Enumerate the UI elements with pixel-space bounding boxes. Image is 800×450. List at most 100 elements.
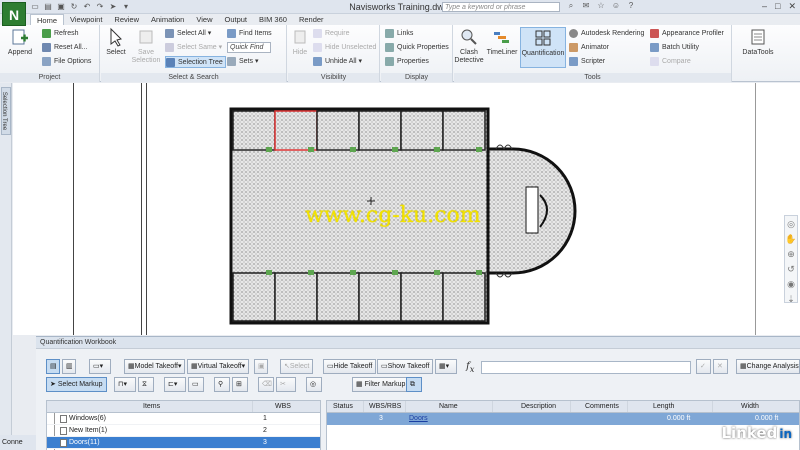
table-row[interactable]: New Item(1) 2: [47, 425, 320, 437]
count-tool-icon[interactable]: ▭: [188, 377, 204, 392]
save-selection-button[interactable]: Save Selection: [131, 27, 161, 65]
dropdown-icon[interactable]: ▾: [121, 2, 131, 12]
change-analysis-button[interactable]: ▦Change Analysis: [736, 359, 800, 374]
refresh-icon[interactable]: ↻: [69, 2, 79, 12]
help-icon[interactable]: ?: [626, 1, 636, 11]
tab-output[interactable]: Output: [218, 14, 253, 25]
save-icon[interactable]: ▣: [56, 2, 66, 12]
column-header-name[interactable]: Name: [439, 401, 458, 413]
resource-view-icon[interactable]: ▥: [62, 359, 76, 374]
bucket-fill-icon[interactable]: ⧖: [138, 377, 154, 392]
hide-takeoff-button[interactable]: ▭Hide Takeoff: [323, 359, 377, 374]
filter-markup-button[interactable]: ▦ Filter Markup: [352, 377, 410, 392]
column-header-length[interactable]: Length: [653, 401, 674, 413]
zoom-icon[interactable]: ⊕: [787, 249, 795, 260]
tab-view[interactable]: View: [190, 14, 218, 25]
selection-tree-tab[interactable]: Selection Tree: [1, 87, 11, 135]
tab-bim360[interactable]: BIM 360: [253, 14, 293, 25]
undo-icon[interactable]: ↶: [82, 2, 92, 12]
column-header-status[interactable]: Status: [333, 401, 353, 413]
selection-tree-button[interactable]: Selection Tree: [165, 56, 226, 68]
virtual-takeoff-button[interactable]: ▦Virtual Takeoff▾: [187, 359, 250, 374]
autodesk-rendering-button[interactable]: Autodesk Rendering: [569, 28, 644, 40]
application-menu-button[interactable]: N: [2, 2, 26, 26]
tab-viewpoint[interactable]: Viewpoint: [64, 14, 108, 25]
area-tool-icon[interactable]: ⊏▾: [164, 377, 186, 392]
scripter-button[interactable]: Scripter: [569, 56, 605, 68]
redo-icon[interactable]: ↷: [95, 2, 105, 12]
quick-properties-button[interactable]: Quick Properties: [385, 42, 449, 54]
column-header-width[interactable]: Width: [741, 401, 759, 413]
pan-icon[interactable]: ✋: [785, 234, 796, 245]
select-same-button[interactable]: Select Same ▾: [165, 42, 222, 54]
account-icon[interactable]: ☺: [611, 1, 621, 11]
select-all-button[interactable]: Select All ▾: [165, 28, 211, 40]
accept-icon[interactable]: ✓: [696, 359, 711, 374]
takeoff-options-icon[interactable]: ▣: [254, 359, 268, 374]
item-view-icon[interactable]: ▤: [46, 359, 60, 374]
column-header-comments[interactable]: Comments: [585, 401, 619, 413]
model-takeoff-button[interactable]: ▦Model Takeoff▾: [124, 359, 186, 374]
column-header-items[interactable]: Items: [143, 401, 160, 413]
require-button[interactable]: Require: [313, 28, 350, 40]
refresh-button[interactable]: Refresh: [42, 28, 79, 40]
grid-options-icon[interactable]: ▦▾: [435, 359, 457, 374]
column-header-description[interactable]: Description: [521, 401, 556, 413]
steering-wheel-icon[interactable]: ◎: [787, 219, 795, 230]
cancel-icon[interactable]: ✕: [713, 359, 728, 374]
properties-button[interactable]: Properties: [385, 56, 429, 68]
links-button[interactable]: Links: [385, 28, 413, 40]
add-vertex-icon[interactable]: ⚲: [214, 377, 230, 392]
polyline-tool-icon[interactable]: ⊓▾: [114, 377, 136, 392]
cut-icon[interactable]: ✂: [276, 377, 296, 392]
formula-input[interactable]: [481, 361, 691, 374]
tab-render[interactable]: Render: [293, 14, 330, 25]
datatools-button[interactable]: DataTools: [739, 27, 777, 57]
erase-icon[interactable]: ⌫: [258, 377, 274, 392]
unhide-all-button[interactable]: Unhide All ▾: [313, 56, 362, 68]
quick-find-input[interactable]: Quick Find: [227, 42, 271, 53]
timeliner-button[interactable]: TimeLiner: [486, 27, 518, 57]
append-button[interactable]: Append: [4, 27, 36, 57]
binoculars-icon[interactable]: ⌕: [566, 1, 576, 11]
table-row[interactable]: Windows(6) 1: [47, 413, 320, 425]
star-icon[interactable]: ☆: [596, 1, 606, 11]
compare-button[interactable]: Compare: [650, 56, 691, 68]
select-button[interactable]: ↖Select: [280, 359, 314, 374]
tab-animation[interactable]: Animation: [145, 14, 190, 25]
close-icon[interactable]: ✕: [788, 1, 796, 12]
snap-grid-icon[interactable]: ⊞: [232, 377, 248, 392]
comm-center-icon[interactable]: ✉: [581, 1, 591, 11]
maximize-icon[interactable]: □: [775, 1, 780, 12]
clash-detective-button[interactable]: Clash Detective: [454, 27, 484, 65]
minimize-icon[interactable]: –: [762, 1, 767, 12]
back-plane-icon[interactable]: ◎: [306, 377, 322, 392]
tab-home[interactable]: Home: [30, 14, 65, 25]
markup-visibility-icon[interactable]: ⧉: [406, 377, 422, 392]
look-icon[interactable]: ◉: [787, 279, 795, 290]
walk-icon[interactable]: ⇣: [787, 294, 795, 305]
reset-all-button[interactable]: Reset All...: [42, 42, 87, 54]
tab-review[interactable]: Review: [108, 14, 145, 25]
appearance-profiler-button[interactable]: Appearance Profiler: [650, 28, 724, 40]
animator-button[interactable]: Animator: [569, 42, 609, 54]
column-header-wbs[interactable]: WBS: [275, 401, 291, 413]
open-icon[interactable]: ▤: [43, 2, 53, 12]
column-header-wbs-rbs[interactable]: WBS/RBS: [369, 401, 401, 413]
show-takeoff-button[interactable]: ▭Show Takeoff: [377, 359, 434, 374]
find-items-button[interactable]: Find Items: [227, 28, 272, 40]
layout-dropdown-icon[interactable]: ▭▾: [89, 359, 111, 374]
orbit-icon[interactable]: ↺: [787, 264, 795, 275]
quantification-button[interactable]: Quantification: [520, 27, 566, 68]
hide-unselected-button[interactable]: Hide Unselected: [313, 42, 376, 54]
hide-button[interactable]: Hide: [289, 27, 311, 57]
file-options-button[interactable]: File Options: [42, 56, 91, 68]
new-icon[interactable]: ▭: [30, 2, 40, 12]
table-row-selected[interactable]: Doors(11) 3: [47, 437, 320, 449]
select-icon[interactable]: ➤: [108, 2, 118, 12]
3d-viewport[interactable]: www.cg-ku.com ◎ ✋ ⊕ ↺ ◉ ⇣: [13, 83, 800, 335]
sets-button[interactable]: Sets ▾: [227, 56, 258, 68]
batch-utility-button[interactable]: Batch Utility: [650, 42, 699, 54]
select-markup-button[interactable]: ➤ Select Markup: [46, 377, 107, 392]
search-input[interactable]: Type a keyword or phrase: [442, 2, 560, 12]
